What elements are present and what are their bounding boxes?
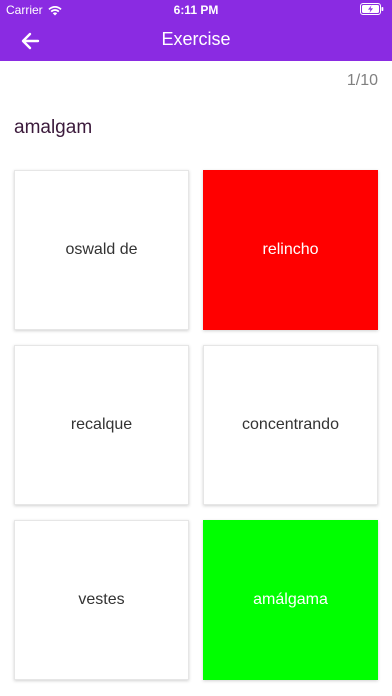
answer-option-3[interactable]: recalque <box>14 345 189 505</box>
progress-counter: 1/10 <box>346 72 378 89</box>
status-time: 6:11 PM <box>173 3 219 17</box>
answer-option-5[interactable]: vestes <box>14 520 189 680</box>
answer-label: relincho <box>262 241 319 258</box>
answer-label: recalque <box>70 416 133 433</box>
answer-option-2[interactable]: relincho <box>203 170 378 330</box>
answer-label: oswald de <box>65 241 138 258</box>
answer-label: concentrando <box>242 416 339 433</box>
answer-option-1[interactable]: oswald de <box>14 170 189 330</box>
answer-label: vestes <box>78 591 125 608</box>
question-word: amalgam <box>14 117 93 138</box>
nav-bar: Exercise <box>0 20 392 61</box>
answer-option-6[interactable]: amálgama <box>203 520 378 680</box>
page-title: Exercise <box>161 29 231 49</box>
answer-option-4[interactable]: concentrando <box>203 345 378 505</box>
answer-label: amálgama <box>253 591 328 608</box>
answer-grid: oswald de relincho recalque concentrando… <box>14 170 378 682</box>
battery-charging-icon <box>360 3 384 18</box>
status-bar: Carrier 6:11 PM <box>0 0 392 20</box>
